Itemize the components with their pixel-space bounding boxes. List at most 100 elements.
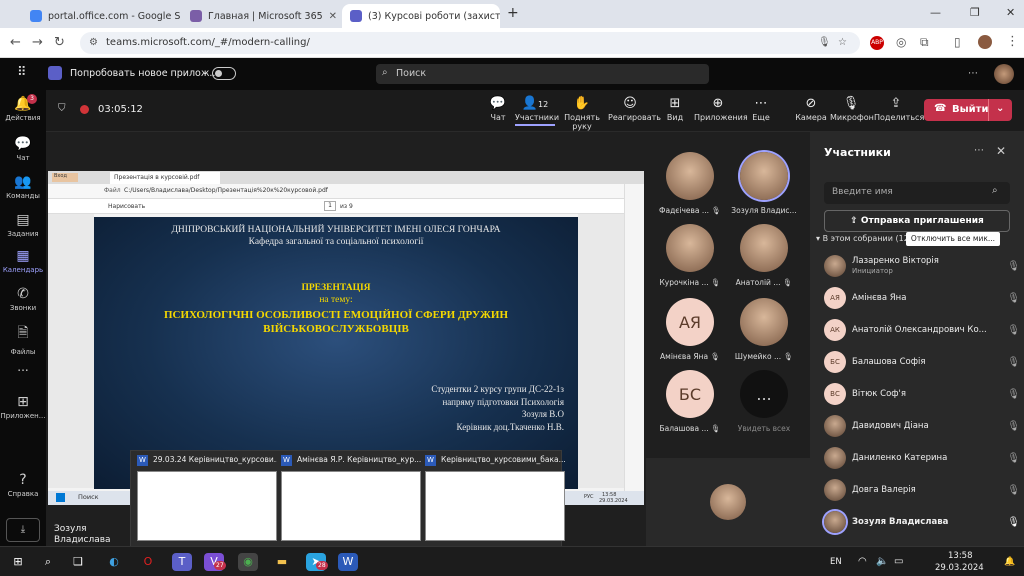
camera-button[interactable]: ⊘ Камера xyxy=(794,96,828,122)
slide-presentation: ПРЕЗЕНТАЦІЯ xyxy=(301,283,371,293)
start-icon[interactable]: ⊞ xyxy=(8,553,28,571)
search-icon[interactable]: ⌕ xyxy=(38,553,58,571)
participant-row[interactable]: ВС Вітюк Соф'я 🎙 xyxy=(824,380,1020,408)
url-field[interactable]: ⚙ teams.microsoft.com/_#/modern-calling/… xyxy=(80,32,860,54)
lang-indicator[interactable]: EN xyxy=(830,557,842,567)
back-icon[interactable]: ← xyxy=(10,35,21,50)
download-icon[interactable]: ⤓ xyxy=(6,518,40,542)
browser-tab[interactable]: portal.office.com - Google Sear ✕ xyxy=(22,4,180,28)
word-icon[interactable]: W xyxy=(338,553,358,571)
task-view-icon[interactable]: ❑ xyxy=(68,553,88,571)
battery-icon[interactable]: ▭ xyxy=(894,556,903,567)
globe-icon[interactable]: ◎ xyxy=(896,35,906,49)
participant-row[interactable]: Лазаренко Вікторія Инициатор 🎙 xyxy=(824,252,1020,280)
forward-icon[interactable]: → xyxy=(32,35,43,50)
participant-row[interactable]: Даниленко Катерина 🎙 xyxy=(824,444,1020,472)
raise-hand-button[interactable]: ✋ Поднять руку xyxy=(558,96,606,131)
slide-author-line: Студентки 2 курсу групи ДС-22-1з xyxy=(431,384,564,394)
minimize-icon[interactable]: — xyxy=(930,6,941,19)
wifi-icon[interactable]: ◠ xyxy=(858,556,867,567)
thumbnail-window[interactable]: 29.03.24 Керівництво_курсови... xyxy=(137,455,277,541)
close-window-icon[interactable]: ✕ xyxy=(1006,6,1015,19)
profile-avatar[interactable] xyxy=(978,35,992,49)
opera-icon[interactable]: O xyxy=(138,553,158,571)
avatar xyxy=(824,415,846,437)
participant-tile[interactable]: Зозуля Владис... xyxy=(726,152,802,215)
site-info-icon[interactable]: ⚙ xyxy=(89,32,98,54)
participant-tile[interactable]: Фадєічева ... 🎙 xyxy=(652,152,728,215)
mic-button[interactable]: 🎙 Микрофон xyxy=(830,96,874,122)
rail-help[interactable]: ? Справка xyxy=(0,472,46,498)
viber-icon[interactable]: V 27 xyxy=(204,553,226,571)
avatar xyxy=(824,511,846,533)
share-button[interactable]: ⇪ Поделиться xyxy=(874,96,924,122)
participant-row[interactable]: БС Балашова Софія 🎙 xyxy=(824,348,1020,376)
rail-calls[interactable]: ✆ Звонки xyxy=(0,286,46,312)
share-icon: ⇪ xyxy=(850,216,861,226)
browser-tab-active[interactable]: (3) Курсові роботи (захист) ◉ ✕ xyxy=(342,4,500,28)
participant-tile[interactable]: АЯ Амінєва Яна 🎙 xyxy=(652,298,728,361)
invite-button[interactable]: ⇪ Отправка приглашения xyxy=(824,210,1010,232)
chevron-down-icon[interactable]: ⌄ xyxy=(996,103,1004,114)
participant-row[interactable]: АК Анатолій Олександрович Ко... 🎙 xyxy=(824,316,1020,344)
pdf-gutter-left xyxy=(48,214,94,488)
participant-tile[interactable]: Шумейко ... 🎙 xyxy=(726,298,802,361)
participant-tile[interactable]: БС Балашова ... 🎙 xyxy=(652,370,728,433)
try-new-toggle[interactable] xyxy=(212,67,236,80)
participants-button[interactable]: 👤12 Участники xyxy=(515,96,559,126)
more-button[interactable]: ⋯ Еще xyxy=(746,96,776,122)
participant-row[interactable]: Давидович Діана 🎙 xyxy=(824,412,1020,440)
clock-time[interactable]: 13:58 xyxy=(948,551,973,561)
section-header[interactable]: ▾ В этом собрании (12) xyxy=(816,234,912,243)
rail-tasks[interactable]: ▤ Задания xyxy=(0,212,46,238)
star-icon[interactable]: ☆ xyxy=(838,32,847,54)
more-icon[interactable]: ⋯ xyxy=(968,68,978,79)
user-avatar[interactable] xyxy=(994,64,1014,84)
browser-tab[interactable]: Главная | Microsoft 365 ✕ xyxy=(182,4,340,28)
close-icon[interactable]: ✕ xyxy=(329,11,337,22)
thumbnail-window[interactable]: Керівництво_курсовими_бака... xyxy=(425,455,565,541)
maximize-icon[interactable]: ❐ xyxy=(970,6,980,19)
participant-tile[interactable]: Курочкіна ... 🎙 xyxy=(652,224,728,287)
teams-app-icon[interactable]: T xyxy=(172,553,192,571)
rail-activity[interactable]: 🔔 Действия 3 xyxy=(0,94,46,122)
extensions-icon[interactable]: ⧉ xyxy=(920,35,929,50)
app-launcher-icon[interactable]: ⠿ xyxy=(17,65,27,80)
rail-apps[interactable]: ⊞ Приложен... xyxy=(0,394,46,420)
react-button[interactable]: ☺ Реагировать xyxy=(608,96,661,122)
telegram-icon[interactable]: ➤ 28 xyxy=(306,553,328,571)
menu-icon[interactable]: ⋮ xyxy=(1006,34,1019,49)
participant-tile[interactable]: Анатолій ... 🎙 xyxy=(726,224,802,287)
reload-icon[interactable]: ↻ xyxy=(54,35,65,50)
volume-icon[interactable]: 🔈 xyxy=(876,556,888,567)
chat-button[interactable]: 💬 Чат xyxy=(483,96,513,122)
rail-teams[interactable]: 👥 Команды xyxy=(0,174,46,200)
clock-date[interactable]: 29.03.2024 xyxy=(935,563,984,573)
teams-search-input[interactable]: ⌕ Поиск xyxy=(376,64,709,84)
participant-row[interactable]: Зозуля Владислава 🎙 xyxy=(824,508,1020,536)
new-tab-button[interactable]: + xyxy=(507,5,519,21)
edge-icon[interactable]: ◐ xyxy=(104,553,124,571)
adblock-icon[interactable]: ABP xyxy=(870,36,884,50)
participant-search-input[interactable]: Введите имя ⌕ xyxy=(824,182,1010,204)
chrome-icon[interactable]: ◉ xyxy=(238,553,258,571)
mic-icon[interactable]: 🎙 xyxy=(818,32,831,54)
more-icon[interactable]: ⋯ xyxy=(974,145,984,156)
toolbar-label: Чат xyxy=(490,113,506,122)
folder-icon[interactable]: ▬ xyxy=(272,553,292,571)
rail-chat[interactable]: 💬 Чат xyxy=(0,136,46,162)
rail-calendar[interactable]: ▦ Календарь xyxy=(0,248,46,274)
mute-all-button[interactable]: Отключить все мик... xyxy=(906,232,1000,246)
participant-row[interactable]: АЯ Амінєва Яна 🎙 xyxy=(824,284,1020,312)
participant-row[interactable]: Довга Валерія 🎙 xyxy=(824,476,1020,504)
rail-more[interactable]: ... xyxy=(0,360,46,374)
notification-icon[interactable]: 🔔 xyxy=(1004,557,1015,567)
close-icon[interactable]: ✕ xyxy=(996,144,1006,158)
view-button[interactable]: ⊞ Вид xyxy=(658,96,692,122)
sidebar-icon[interactable]: ▯ xyxy=(954,35,961,49)
rail-files[interactable]: 🗎 Файлы xyxy=(0,322,46,356)
apps-button[interactable]: ⊕ Приложения xyxy=(694,96,748,122)
leave-button[interactable]: ☎ Выйти ⌄ xyxy=(924,99,1012,121)
thumbnail-window[interactable]: Амінєва Я.Р. Керівництво_кур... xyxy=(281,455,421,541)
see-all-tile[interactable]: ... Увидеть всех xyxy=(726,370,802,433)
